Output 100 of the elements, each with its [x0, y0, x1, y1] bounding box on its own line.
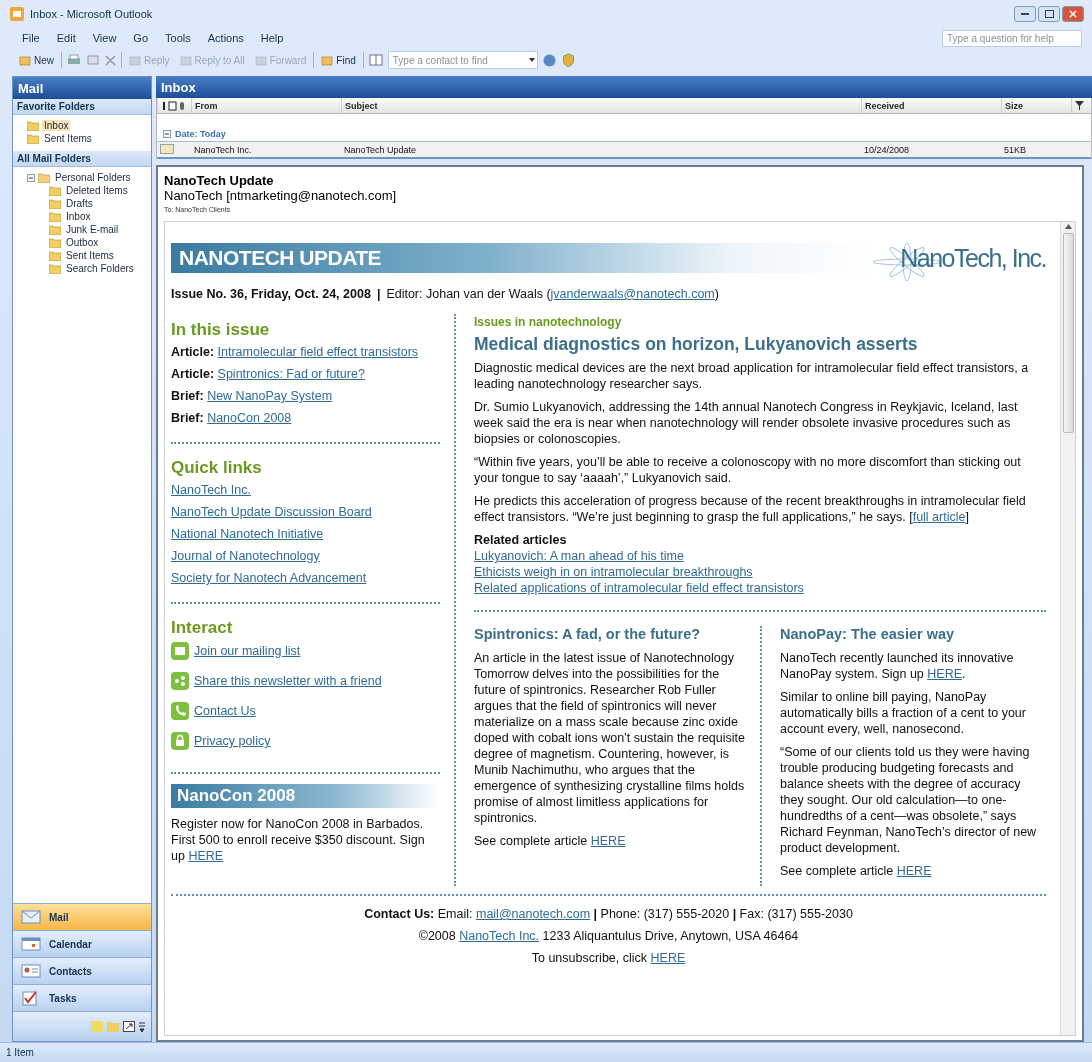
- link[interactable]: mail@nanotech.com: [475, 907, 591, 921]
- footer-text: ©2008 NanoTech Inc. 1233 Aliquantulus Drive, Anytown, USA 46464: [418, 928, 799, 944]
- link[interactable]: Spintronics: Fad or future?: [217, 367, 365, 381]
- message-sender: NanoTech [ntmarketing@nanotech.com]: [164, 188, 398, 203]
- paragraph: He predicts this acceleration of progress because of the recent breakthroughs in intramolecular field effect transistors. “We’re just beginning to grasp the full applications,” he says. [full article]: [474, 493, 1027, 525]
- paragraph: “Some of our clients told us they were having trouble producing budgeting forecasts and balance sheets with the degree of accuracy they sought. Our old calculation—to one-hundredths of a cent—was obsolete,” says Richard Feynman, NanoTech’s director of new product development.: [780, 744, 1038, 856]
- link[interactable]: Journal of Nanotechnology: [171, 549, 320, 563]
- section-heading: In this issue: [171, 322, 271, 338]
- paragraph: “Within five years, you’ll be able to receive a colonoscopy with no more discomfort than sticking out your tongue to say ‘aaaah’,” Lukyanovich said.: [474, 454, 1022, 486]
- menu-item[interactable]: Help: [258, 32, 286, 44]
- menu-item[interactable]: Edit: [54, 32, 78, 44]
- document-icon: [254, 54, 267, 66]
- link[interactable]: NanoTech Inc.: [171, 483, 251, 497]
- section-heading: Interact: [171, 620, 234, 636]
- address-book-icon[interactable]: [367, 53, 384, 67]
- link[interactable]: Related applications of intramolecular field effect transistors: [474, 581, 804, 595]
- related-heading: Related articles: [474, 532, 568, 548]
- link[interactable]: NanoTech Update Discussion Board: [171, 505, 372, 519]
- folder-icon: [49, 198, 61, 209]
- event-text: Register now for NanoCon 2008 in Barbados. First 500 to enroll receive $350 discount. Sign up HERE: [171, 816, 426, 864]
- document-icon: [19, 54, 31, 66]
- menu-item[interactable]: View: [90, 32, 119, 44]
- nav-button[interactable]: Contacts: [13, 957, 151, 984]
- column-header[interactable]: Size: [1001, 98, 1071, 113]
- flags-icons: [161, 100, 187, 111]
- folder-item[interactable]: Inbox: [64, 211, 93, 222]
- folder-item[interactable]: Junk E-mail: [64, 224, 121, 235]
- issue-entry: Article: Spintronics: Fad or future?: [171, 366, 366, 382]
- minimize-button[interactable]: [1014, 6, 1036, 22]
- group-header[interactable]: Date: Today: [175, 128, 226, 139]
- link[interactable]: National Nanotech Initiative: [171, 527, 324, 541]
- contact-search-field[interactable]: Type a contact to find: [387, 51, 538, 69]
- link[interactable]: Join our mailing list: [194, 643, 301, 659]
- column-header[interactable]: From: [191, 98, 341, 113]
- message-row[interactable]: NanoTech Inc. NanoTech Update 10/24/2008 51KB: [157, 142, 1091, 159]
- column-header[interactable]: Subject: [341, 98, 861, 113]
- document-icon: [129, 54, 141, 66]
- article-headline: Spintronics: A fad, or the future?: [474, 626, 702, 642]
- menu-item[interactable]: Go: [131, 32, 151, 44]
- folder-item[interactable]: Inbox: [42, 120, 71, 131]
- link[interactable]: Privacy policy: [194, 733, 271, 749]
- print-icon[interactable]: [66, 53, 82, 67]
- footer-text: To unsubscribe, click HERE: [531, 950, 686, 966]
- filter-icon[interactable]: [1075, 101, 1084, 110]
- folder-item[interactable]: Drafts: [64, 198, 95, 209]
- link[interactable]: New NanoPay System: [207, 389, 333, 403]
- menu-item[interactable]: Actions: [205, 32, 246, 44]
- configure-icon[interactable]: [139, 1021, 145, 1032]
- issue-entry: Brief: New NanoPay System: [171, 388, 334, 404]
- link[interactable]: Contact Us: [194, 703, 256, 719]
- toolbar-button[interactable]: New: [16, 53, 57, 67]
- envelope-icon: [160, 143, 174, 154]
- folder-icon: [38, 172, 50, 183]
- close-button[interactable]: [1062, 6, 1084, 22]
- link[interactable]: Intramolecular field effect transistors: [217, 345, 419, 359]
- link[interactable]: HERE: [188, 849, 224, 863]
- shield-icon[interactable]: [560, 52, 576, 68]
- folder-item[interactable]: Personal Folders: [53, 172, 133, 183]
- link[interactable]: NanoCon 2008: [207, 411, 292, 425]
- link[interactable]: HERE: [590, 834, 626, 848]
- link[interactable]: HERE: [896, 864, 932, 878]
- toolbar-button[interactable]: Find: [318, 53, 359, 67]
- status-text: 1 Item: [0, 1042, 1092, 1062]
- maximize-button[interactable]: [1038, 6, 1060, 22]
- help-icon[interactable]: [541, 52, 557, 68]
- article-headline: Medical diagnostics on horizon, Lukyanovich asserts: [474, 336, 919, 352]
- separator-text: |: [376, 286, 381, 302]
- footer-text: Contact Us: Email: mail@nanotech.com | Phone: (317) 555-2020 | Fax: (317) 555-2030: [364, 906, 853, 922]
- paragraph: Dr. Sumio Lukyanovich, addressing the 14th annual Nanotech Congress in Reykjavic, Iceland, last week said the era is near when nanotechnology will render obsolete invasive procedures such as biopsies or colonoscopies.: [474, 399, 1019, 447]
- message-subject: NanoTech Update: [164, 173, 275, 188]
- folder-item[interactable]: Sent Items: [64, 250, 116, 261]
- scrollbar[interactable]: [1060, 222, 1075, 1035]
- collapse-icon[interactable]: [163, 129, 171, 138]
- nav-button[interactable]: Tasks: [13, 984, 151, 1011]
- link[interactable]: Society for Nanotech Advancement: [171, 571, 367, 585]
- shortcut-icon[interactable]: [123, 1021, 135, 1032]
- link[interactable]: Lukyanovich: A man ahead of his time: [474, 549, 684, 563]
- collapse-icon[interactable]: [27, 173, 35, 182]
- move-icon[interactable]: [86, 53, 100, 67]
- folder-item[interactable]: Outbox: [64, 237, 101, 248]
- folder-item[interactable]: Deleted Items: [64, 185, 130, 196]
- contact-card-icon: [21, 963, 41, 979]
- paragraph: Similar to online bill paying, NanoPay automatically bills a fraction of a cent to your account every, well, nanosecond.: [780, 689, 1027, 737]
- folder-item[interactable]: Sent Items: [42, 133, 94, 144]
- nav-button[interactable]: Mail: [13, 903, 151, 930]
- link[interactable]: HERE: [650, 951, 686, 965]
- menu-item[interactable]: File: [20, 32, 42, 44]
- link[interactable]: Share this newsletter with a friend: [194, 673, 382, 689]
- column-header[interactable]: Received: [861, 98, 1001, 113]
- link[interactable]: Ethicists weigh in on intramolecular breakthroughs: [474, 565, 753, 579]
- delete-icon[interactable]: [104, 53, 117, 67]
- nav-button[interactable]: Calendar: [13, 930, 151, 957]
- link[interactable]: NanoTech Inc.: [459, 929, 540, 943]
- folder-item[interactable]: Search Folders: [64, 263, 136, 274]
- scroll-thumb[interactable]: [1062, 233, 1074, 433]
- link[interactable]: jvanderwaals@nanotech.com: [550, 287, 715, 301]
- help-search-field[interactable]: Type a question for help: [942, 29, 1082, 47]
- menu-item[interactable]: Tools: [163, 32, 193, 44]
- scroll-up-icon[interactable]: [1064, 224, 1072, 229]
- editor-credit: Editor: Johan van der Waals (jvanderwaals@nanotech.com): [386, 286, 719, 302]
